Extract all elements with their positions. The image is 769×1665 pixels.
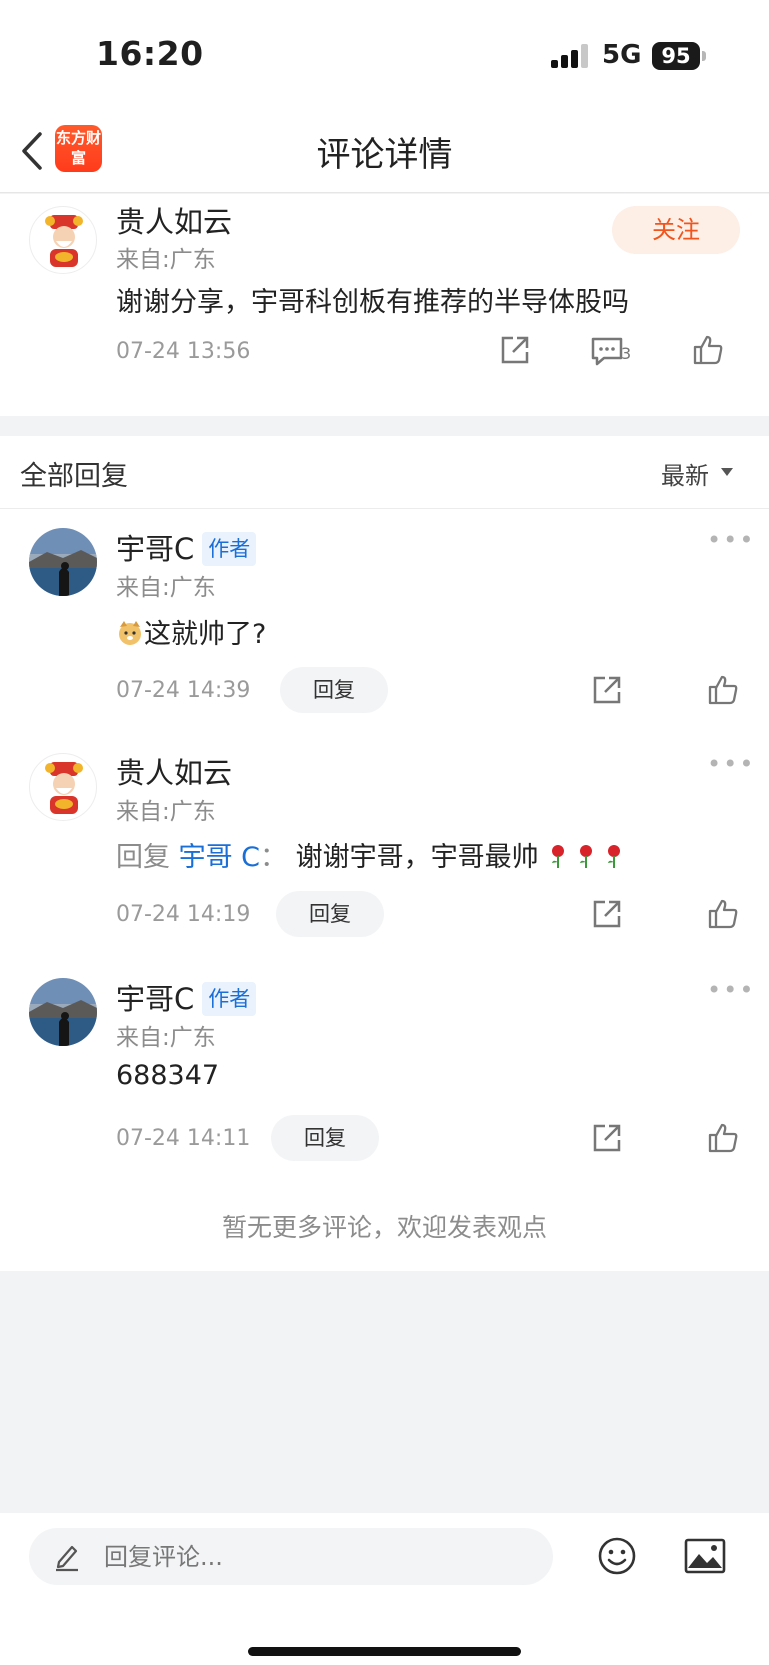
reply-count-badge: 3	[621, 344, 632, 363]
cellular-signal-icon	[551, 44, 588, 68]
reply-time: 07-24 14:19	[116, 902, 251, 927]
reply-content: 回复 宇哥 C： 谢谢宇哥，宇哥最帅	[116, 835, 625, 874]
no-more-comments-note: 暂无更多评论，欢迎发表观点	[221, 1213, 547, 1242]
status-time: 16:20	[96, 34, 204, 73]
bottom-bar	[0, 1513, 769, 1665]
landscape-avatar-icon	[29, 978, 97, 1046]
share-icon[interactable]	[591, 674, 623, 706]
more-options-icon[interactable]: •••	[707, 750, 755, 778]
pencil-icon	[56, 1545, 78, 1572]
reply-user-name[interactable]: 宇哥C 作者	[116, 976, 257, 1018]
avatar[interactable]	[29, 528, 97, 596]
reply-location: 来自:广东	[116, 575, 216, 601]
reply-time: 07-24 14:39	[116, 678, 251, 703]
avatar[interactable]	[29, 753, 97, 821]
rose-emoji-icon	[552, 845, 621, 868]
avatar[interactable]	[29, 978, 97, 1046]
nav-bar: 东方财富 评论详情	[0, 110, 769, 193]
avatar[interactable]	[29, 206, 97, 274]
fortune-god-avatar-icon	[45, 215, 83, 267]
home-indicator	[248, 1647, 521, 1656]
reply-time: 07-24 14:11	[116, 1126, 251, 1151]
page-title: 评论详情	[316, 135, 453, 175]
more-options-icon[interactable]: •••	[707, 526, 755, 554]
reply-content: 这就帅了?	[116, 612, 266, 651]
comment-user-name[interactable]: 贵人如云	[116, 199, 232, 241]
comment-time: 07-24 13:56	[116, 339, 251, 364]
author-badge: 作者	[202, 532, 257, 566]
landscape-avatar-icon	[29, 528, 97, 596]
reply-location: 来自:广东	[116, 1025, 216, 1051]
more-options-icon[interactable]: •••	[707, 976, 755, 1004]
network-type: 5G	[602, 40, 642, 70]
reply-button[interactable]: 回复	[271, 1115, 379, 1161]
battery-tip	[702, 51, 706, 61]
reply-button[interactable]: 回复	[276, 891, 384, 937]
comment-location: 来自:广东	[116, 247, 216, 273]
author-badge: 作者	[202, 982, 257, 1016]
follow-button[interactable]: 关注	[612, 206, 740, 254]
reply-content: 688347	[116, 1060, 220, 1091]
share-icon[interactable]	[591, 898, 623, 930]
reply-user-name[interactable]: 宇哥C 作者	[116, 526, 257, 568]
comment-content: 谢谢分享，宇哥科创板有推荐的半导体股吗	[116, 287, 629, 318]
reply-button[interactable]: 回复	[280, 667, 388, 713]
dog-emoji-icon	[119, 621, 141, 645]
reply-location: 来自:广东	[116, 799, 216, 825]
share-icon[interactable]	[591, 1122, 623, 1154]
divider	[0, 508, 769, 509]
caret-down-icon[interactable]	[721, 468, 733, 476]
like-icon[interactable]	[692, 334, 724, 366]
fortune-god-avatar-icon	[45, 762, 83, 814]
replies-header-title: 全部回复	[20, 461, 128, 492]
reply-prefix: 回复	[116, 842, 170, 873]
like-icon[interactable]	[707, 674, 739, 706]
reply-user-name[interactable]: 贵人如云	[116, 750, 232, 792]
like-icon[interactable]	[707, 898, 739, 930]
image-picker-icon[interactable]	[684, 1538, 726, 1574]
sort-dropdown[interactable]: 最新	[661, 456, 709, 491]
status-bar: 16:20 5G 95	[0, 0, 769, 110]
reply-input[interactable]	[104, 1528, 534, 1585]
main-comment: 贵人如云 来自:广东 关注 谢谢分享，宇哥科创板有推荐的半导体股吗 07-24 …	[0, 194, 769, 416]
comment-icon[interactable]	[590, 336, 624, 366]
replies-section: 全部回复 最新 宇哥C 作者 来自:广东 ••• 这就帅了? 07-24 14:…	[0, 436, 769, 1271]
reply-input-box[interactable]	[29, 1528, 553, 1585]
emoji-icon[interactable]	[597, 1536, 637, 1576]
like-icon[interactable]	[707, 1122, 739, 1154]
reply-target-user[interactable]: 宇哥 C	[179, 842, 260, 873]
share-icon[interactable]	[499, 334, 531, 366]
battery-icon: 95	[652, 42, 700, 70]
